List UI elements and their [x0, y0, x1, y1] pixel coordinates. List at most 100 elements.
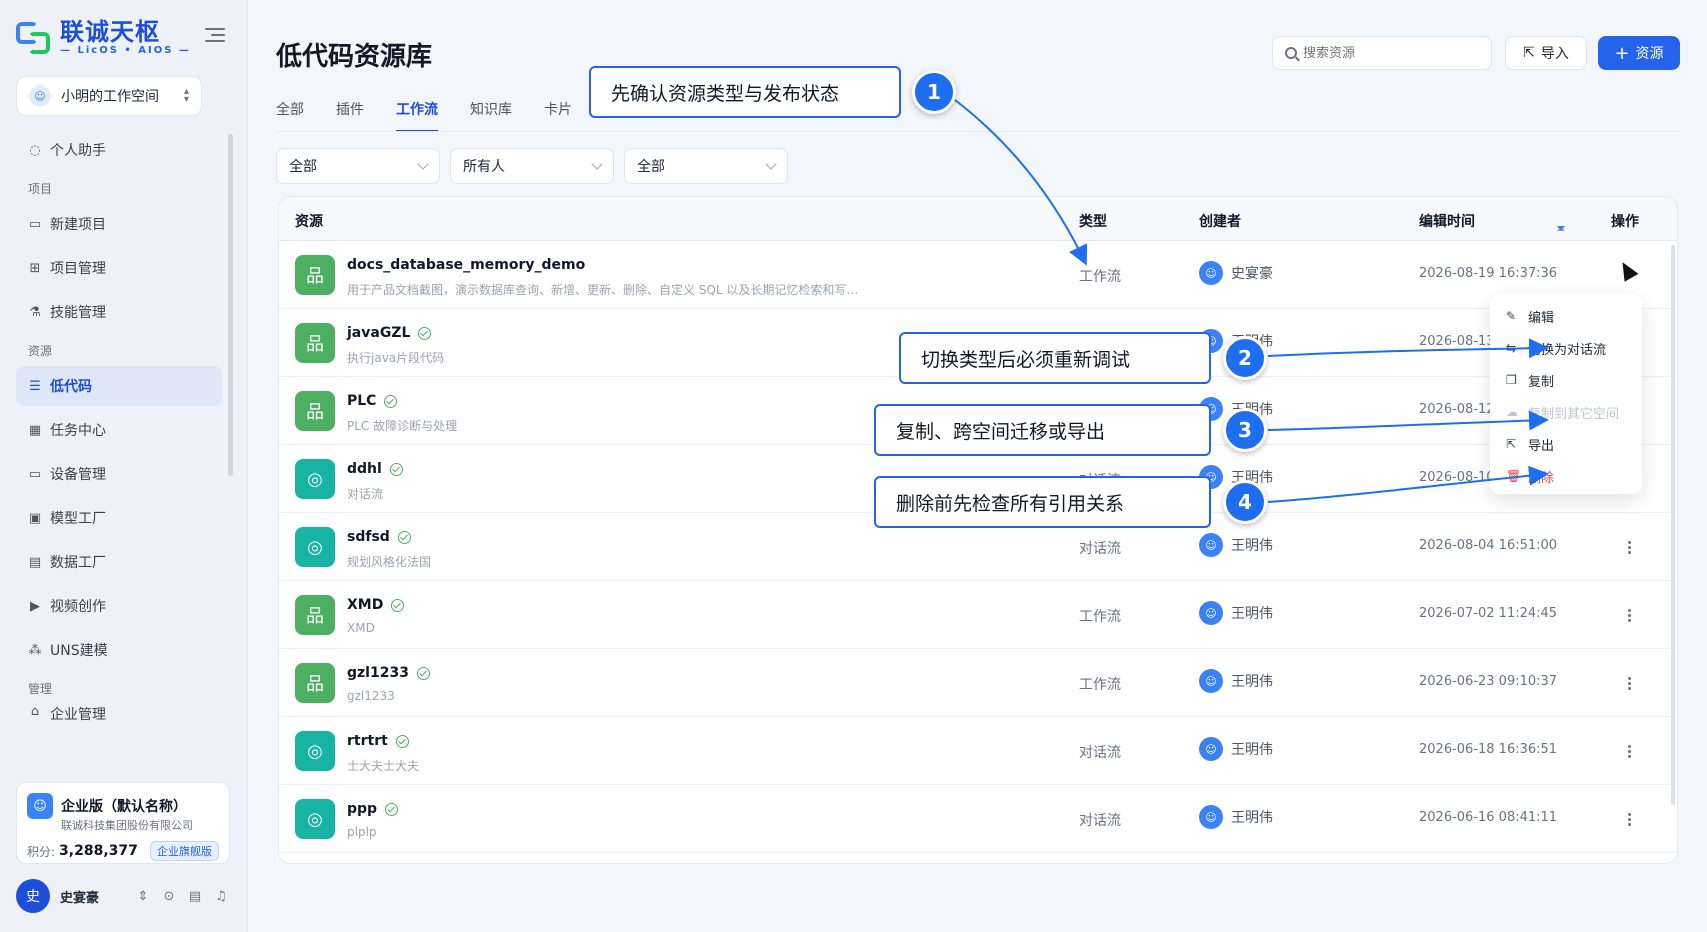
- menu-copy[interactable]: ❐ 复制: [1490, 364, 1642, 396]
- search-input[interactable]: [1303, 45, 1473, 61]
- menu-delete[interactable]: 🗑 删除: [1490, 460, 1642, 492]
- more-actions-icon[interactable]: [1623, 807, 1635, 831]
- nav-group-project: 项目: [28, 182, 53, 196]
- resource-name[interactable]: PLC: [347, 393, 398, 409]
- col-resource: 资源: [295, 214, 323, 230]
- resource-name[interactable]: javaGZL: [347, 325, 432, 341]
- collapse-sidebar-icon[interactable]: [205, 28, 225, 46]
- more-actions-icon[interactable]: [1623, 739, 1635, 763]
- export-icon: ⇱: [1506, 437, 1517, 451]
- org-points: 积分: 3,288,377 企业旗舰版: [27, 841, 219, 861]
- resource-desc: gzl1233: [347, 689, 395, 703]
- filter-value: 全部: [637, 159, 665, 175]
- sidebar-item-lowcode[interactable]: ☰ 低代码: [16, 366, 222, 406]
- published-check-icon: [385, 802, 399, 816]
- menu-label: 复制: [1528, 374, 1555, 390]
- sidebar-item-video-create[interactable]: ▶ 视频创作: [16, 586, 222, 626]
- document-icon[interactable]: ▤: [186, 887, 204, 905]
- user-avatar-icon: ☺: [1199, 261, 1223, 285]
- import-label: 导入: [1540, 46, 1569, 62]
- filter-status-select[interactable]: 全部: [624, 148, 788, 184]
- table-row[interactable]: ◎ rtrtrt 士大夫士大夫 对话流 ☺ 王明伟 2026-06-18 16:36:51: [279, 717, 1677, 785]
- chatflow-icon: ◎: [295, 731, 335, 771]
- resource-creator: ☺ 王明伟: [1199, 669, 1273, 693]
- sidebar-item-label: 任务中心: [50, 423, 106, 439]
- org-card[interactable]: ☺ 企业版（默认名称） 联诚科技集团股份有限公司 积分: 3,288,377 企…: [16, 782, 230, 864]
- sidebar-item-model-factory[interactable]: ▣ 模型工厂: [16, 498, 222, 538]
- menu-edit[interactable]: ✎ 编辑: [1490, 300, 1642, 332]
- sidebar-item-skill-mgmt[interactable]: ⚗ 技能管理: [16, 292, 222, 332]
- workflow-icon: 品: [295, 255, 335, 295]
- add-label: 资源: [1635, 46, 1664, 62]
- resource-name[interactable]: rtrtrt: [347, 733, 409, 749]
- user-avatar-icon: ☺: [1199, 805, 1223, 829]
- workflow-icon: 品: [295, 663, 335, 703]
- resource-name[interactable]: ddhl: [347, 461, 403, 477]
- filter-value: 全部: [289, 159, 317, 175]
- resource-name[interactable]: docs_database_memory_demo: [347, 257, 585, 273]
- more-actions-icon[interactable]: [1623, 671, 1635, 695]
- resource-name[interactable]: ppp: [347, 801, 399, 817]
- workflow-icon: 品: [295, 391, 335, 431]
- resource-creator: ☺ 史宴豪: [1199, 261, 1273, 285]
- table-row[interactable]: ◎ ppp plplp 对话流 ☺ 王明伟 2026-06-16 08:41:11: [279, 785, 1677, 853]
- workspace-switcher[interactable]: ☺ 小明的工作空间 ▴ ▾: [16, 76, 202, 116]
- table-row[interactable]: 品 gzl1233 gzl1233 工作流 ☺ 王明伟 2026-06-23 09:10:3…: [279, 649, 1677, 717]
- nav-group-resource: 资源: [28, 344, 53, 358]
- tab-knowledge[interactable]: 知识库: [470, 96, 512, 132]
- updown-icon[interactable]: ⇕: [134, 887, 152, 905]
- cursor-icon: [1615, 258, 1639, 282]
- menu-switch-type[interactable]: ⇆ 切换为对话流: [1490, 332, 1642, 364]
- bell-icon[interactable]: ♫: [212, 887, 230, 905]
- database-icon: ▤: [28, 554, 42, 570]
- menu-copy-to-space[interactable]: ☁ 复制到其它空间: [1490, 396, 1642, 428]
- sidebar-item-task-center[interactable]: ▦ 任务中心: [16, 410, 222, 450]
- sidebar-item-label: 设备管理: [50, 467, 106, 483]
- user-avatar[interactable]: 史: [16, 879, 50, 913]
- sidebar-item-enterprise-mgmt[interactable]: ⌂ 企业管理: [16, 704, 222, 724]
- more-actions-icon[interactable]: [1623, 603, 1635, 627]
- sidebar-item-device-mgmt[interactable]: ▭ 设备管理: [16, 454, 222, 494]
- updown-caret-icon: ▴ ▾: [183, 86, 189, 105]
- table-row[interactable]: 品 docs_database_memory_demo 用于产品文档截图，演示数据库…: [279, 241, 1677, 309]
- resource-desc: PLC 故障诊断与处理: [347, 419, 458, 433]
- menu-label: 切换为对话流: [1528, 342, 1607, 358]
- resource-name[interactable]: sdfsd: [347, 529, 411, 545]
- more-actions-icon[interactable]: [1623, 535, 1635, 559]
- help-icon[interactable]: ⊙: [160, 887, 178, 905]
- filter-owner-select[interactable]: 所有人: [450, 148, 614, 184]
- resource-type: 对话流: [1079, 813, 1121, 829]
- table-row[interactable]: 品 XMD XMD 工作流 ☺ 王明伟 2026-07-02 11:24:45: [279, 581, 1677, 649]
- menu-export[interactable]: ⇱ 导出: [1490, 428, 1642, 460]
- filter-type-select[interactable]: 全部: [276, 148, 440, 184]
- import-button[interactable]: ⇱ 导入: [1505, 36, 1587, 70]
- chatflow-icon: ◎: [295, 527, 335, 567]
- search-box[interactable]: [1272, 36, 1492, 70]
- resource-name[interactable]: XMD: [347, 597, 405, 613]
- sidebar-item-assistant[interactable]: ◌ 个人助手: [16, 130, 222, 170]
- resource-edit-time: 2026-07-02 11:24:45: [1419, 606, 1558, 621]
- published-check-icon: [397, 530, 411, 544]
- table-scrollbar[interactable]: [1671, 245, 1675, 805]
- resource-desc: 执行java片段代码: [347, 351, 445, 365]
- logo-title: 联诚天枢: [60, 17, 160, 46]
- resource-name-text: gzl1233: [347, 665, 409, 681]
- add-resource-button[interactable]: + 资源: [1598, 36, 1680, 70]
- sidebar-item-project-mgmt[interactable]: ⊞ 项目管理: [16, 248, 222, 288]
- sidebar-item-data-factory[interactable]: ▤ 数据工厂: [16, 542, 222, 582]
- tab-card[interactable]: 卡片: [544, 96, 572, 132]
- sidebar-item-label: 新建项目: [50, 217, 106, 233]
- sidebar-item-new-project[interactable]: ▭ 新建项目: [16, 204, 222, 244]
- sidebar-nav: ◌ 个人助手 项目 ▭ 新建项目 ⊞ 项目管理 ⚗ 技能管理 资源 ☰ 低代码 ▦ 任务中心…: [16, 130, 222, 728]
- published-check-icon: [391, 598, 405, 612]
- tab-workflow[interactable]: 工作流: [396, 96, 438, 132]
- tab-plugin[interactable]: 插件: [336, 96, 364, 132]
- col-actions: 操作: [1611, 214, 1639, 230]
- resource-name[interactable]: gzl1233: [347, 665, 430, 681]
- col-creator: 创建者: [1199, 214, 1241, 230]
- table-header: 资源 类型 创建者 编辑时间 操作: [279, 197, 1677, 241]
- sidebar-scrollbar[interactable]: [228, 134, 233, 476]
- tab-all[interactable]: 全部: [276, 96, 304, 132]
- sidebar-item-uns-model[interactable]: ⁂ UNS建模: [16, 630, 222, 670]
- resource-name-text: PLC: [347, 393, 377, 409]
